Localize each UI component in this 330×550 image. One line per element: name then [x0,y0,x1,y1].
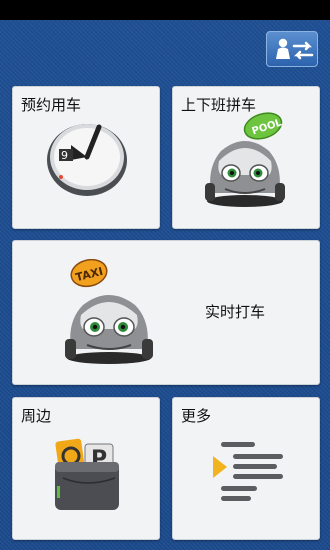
tile-more[interactable]: 更多 [172,397,320,540]
tile-label: 更多 [181,407,212,425]
status-bar [0,0,330,20]
tile-realtime-taxi[interactable]: TAXI 实时打车 [12,240,320,385]
tile-nearby[interactable]: 周边 P [12,397,160,540]
taxi-car-icon: TAXI [65,259,153,364]
tile-reserve-car[interactable]: 预约用车 9 [12,86,160,229]
pool-car-icon: POOL [205,112,285,207]
switch-user-icon [276,38,314,60]
svg-text:9: 9 [61,149,68,162]
tile-label: 预约用车 [21,96,82,114]
clock-icon: 9 [47,124,127,196]
tile-commute-carpool[interactable]: 上下班拼车 POOL [172,86,320,229]
nearby-wallet-icon: P [55,438,119,510]
tile-label: 周边 [21,407,52,425]
switch-user-button[interactable] [266,31,318,67]
more-list-icon [213,442,283,501]
tile-label: 实时打车 [205,303,266,321]
